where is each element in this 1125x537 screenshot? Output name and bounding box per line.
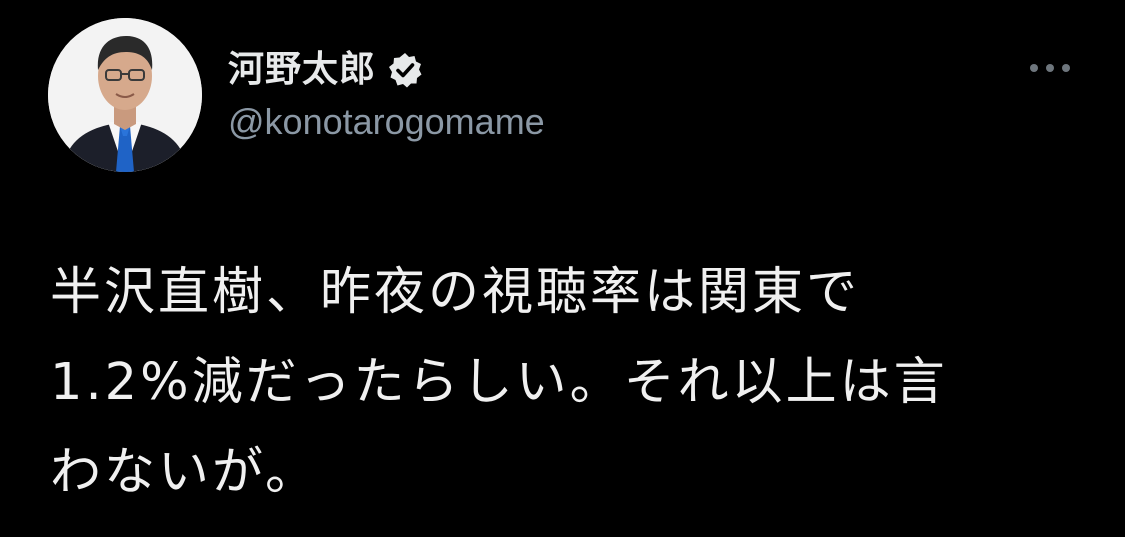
author-display-name[interactable]: 河野太郎	[228, 44, 376, 96]
tweet-text-line: 1.2%減だったらしい。それ以上は言	[50, 353, 948, 412]
more-options-icon	[1030, 64, 1070, 72]
tweet-text: 半沢直樹、昨夜の視聴率は関東で 1.2%減だったらしい。それ以上は言 わないが。	[50, 248, 1070, 518]
author-handle[interactable]: @konotarogomame	[228, 98, 545, 146]
avatar-photo	[48, 18, 202, 172]
avatar[interactable]	[48, 18, 202, 172]
tweet-card: 河野太郎 @konotarogomame 半沢直樹、昨夜の視聴率は関東で 1.2…	[0, 0, 1125, 537]
author-name-row: 河野太郎	[228, 44, 424, 96]
tweet-text-line: 半沢直樹、昨夜の視聴率は関東で	[50, 263, 861, 322]
tweet-text-line: わないが。	[50, 443, 319, 502]
verified-badge-icon	[386, 51, 424, 89]
more-options-button[interactable]	[1022, 50, 1078, 86]
